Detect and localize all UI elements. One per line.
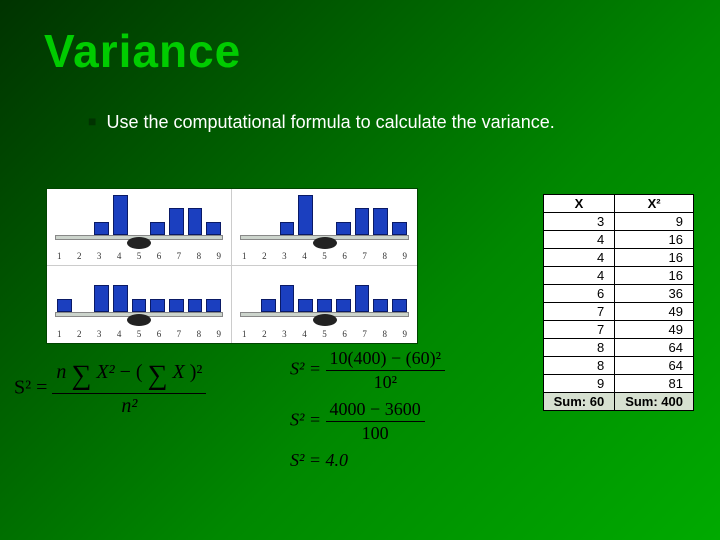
result: S² = 4.0 xyxy=(290,450,348,470)
f-n: n xyxy=(56,361,66,383)
lhs-2: S² = xyxy=(290,410,321,430)
bullet-text: Use the computational formula to calcula… xyxy=(106,112,554,132)
formula-general: S² = n ∑ X² − ( ∑ X )² n² xyxy=(14,360,284,418)
table-cell: 9 xyxy=(543,375,615,393)
s2-num: 4000 − 3600 xyxy=(326,399,425,422)
hist-1: 123456789 xyxy=(232,189,417,266)
sum-x2: Sum: 400 xyxy=(615,393,694,411)
slide-title: Variance xyxy=(0,0,720,78)
col-x2: X² xyxy=(615,195,694,213)
table-cell: 8 xyxy=(543,357,615,375)
s1-den: 10² xyxy=(326,371,446,393)
table-cell: 49 xyxy=(615,303,694,321)
f-x2: X² xyxy=(96,361,114,383)
f-close: )² xyxy=(190,361,203,383)
sigma-icon: ∑ xyxy=(71,360,91,391)
table-cell: 64 xyxy=(615,339,694,357)
table-cell: 81 xyxy=(615,375,694,393)
lhs-1: S² = xyxy=(290,359,321,379)
table-cell: 8 xyxy=(543,339,615,357)
s1-num: 10(400) − (60)² xyxy=(326,348,446,371)
table-cell: 49 xyxy=(615,321,694,339)
f-x: X xyxy=(173,361,185,383)
formula-steps: S² = 10(400) − (60)²10² S² = 4000 − 3600… xyxy=(290,348,540,477)
sum-x: Sum: 60 xyxy=(543,393,615,411)
bullet-line: ■ Use the computational formula to calcul… xyxy=(0,78,720,133)
table-cell: 16 xyxy=(615,267,694,285)
bullet-icon: ■ xyxy=(88,113,96,129)
data-table: X X² 39416416416636749749864864981 Sum: … xyxy=(543,194,694,411)
table-cell: 4 xyxy=(543,267,615,285)
table-cell: 3 xyxy=(543,213,615,231)
table-cell: 16 xyxy=(615,249,694,267)
table-cell: 6 xyxy=(543,285,615,303)
f-den: n² xyxy=(121,395,137,417)
sigma-icon: ∑ xyxy=(148,360,168,391)
hist-3: 123456789 xyxy=(232,266,417,343)
table-cell: 16 xyxy=(615,231,694,249)
table-cell: 9 xyxy=(615,213,694,231)
table-cell: 36 xyxy=(615,285,694,303)
histogram-panel: 123456789 123456789 123456789 123456789 xyxy=(46,188,418,344)
lhs: S² = xyxy=(14,377,47,399)
f-minus: − ( xyxy=(120,361,143,383)
hist-0: 123456789 xyxy=(47,189,232,266)
s2-den: 100 xyxy=(326,422,425,444)
table-cell: 4 xyxy=(543,231,615,249)
table-cell: 64 xyxy=(615,357,694,375)
table-cell: 4 xyxy=(543,249,615,267)
hist-2: 123456789 xyxy=(47,266,232,343)
table-cell: 7 xyxy=(543,303,615,321)
table-cell: 7 xyxy=(543,321,615,339)
col-x: X xyxy=(543,195,615,213)
